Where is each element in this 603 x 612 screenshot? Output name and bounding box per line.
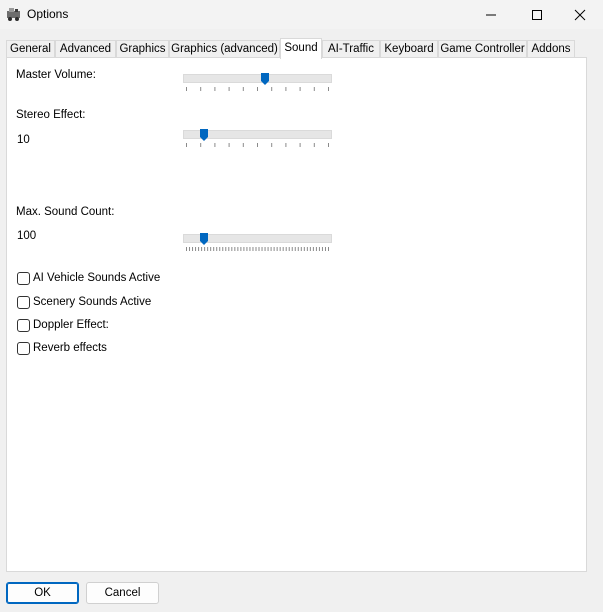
tab-advanced[interactable]: Advanced <box>55 40 116 58</box>
minimize-button[interactable] <box>468 0 514 29</box>
close-button[interactable] <box>557 0 603 29</box>
stereo-effect-label: Stereo Effect: <box>16 109 86 121</box>
checkbox-label[interactable]: AI Vehicle Sounds Active <box>33 272 160 284</box>
slider-ticks <box>186 143 329 147</box>
tab-graphics-advanced[interactable]: Graphics (advanced) <box>169 40 280 58</box>
master-volume-label: Master Volume: <box>16 69 96 81</box>
tab-general[interactable]: General <box>6 40 55 58</box>
tab-sound[interactable]: Sound <box>280 38 322 59</box>
close-icon <box>574 9 586 21</box>
master-volume-slider[interactable] <box>183 72 333 91</box>
title-bar: Options <box>0 0 603 29</box>
minimize-icon <box>486 14 496 16</box>
max-sound-count-label: Max. Sound Count: <box>16 206 115 218</box>
checkbox-box[interactable] <box>17 319 30 332</box>
slider-ticks <box>186 247 329 251</box>
slider-track <box>183 74 332 83</box>
checkbox-label[interactable]: Scenery Sounds Active <box>33 296 151 308</box>
max-sound-count-slider[interactable] <box>183 232 333 251</box>
stereo-effect-value: 10 <box>17 134 30 146</box>
slider-ticks <box>186 87 329 91</box>
stereo-effect-slider[interactable] <box>183 128 333 147</box>
tab-ai-traffic[interactable]: AI-Traffic <box>322 40 380 58</box>
checkbox-box[interactable] <box>17 342 30 355</box>
slider-thumb[interactable] <box>199 233 208 245</box>
ok-button[interactable]: OK <box>6 582 79 604</box>
checkbox-label[interactable]: Doppler Effect: <box>33 319 109 331</box>
checkbox-label[interactable]: Reverb effects <box>33 342 107 354</box>
cancel-button[interactable]: Cancel <box>86 582 159 604</box>
maximize-button[interactable] <box>514 0 560 29</box>
tab-keyboard[interactable]: Keyboard <box>380 40 438 58</box>
tab-game-controller[interactable]: Game Controller <box>438 40 527 58</box>
checkbox-box[interactable] <box>17 272 30 285</box>
slider-thumb[interactable] <box>260 73 269 85</box>
window-title: Options <box>27 7 69 21</box>
tab-addons[interactable]: Addons <box>527 40 575 58</box>
tab-graphics[interactable]: Graphics <box>116 40 169 58</box>
max-sound-count-value: 100 <box>17 230 37 242</box>
app-icon <box>7 8 20 21</box>
maximize-icon <box>532 10 542 20</box>
slider-thumb[interactable] <box>199 129 208 141</box>
checkbox-box[interactable] <box>17 296 30 309</box>
